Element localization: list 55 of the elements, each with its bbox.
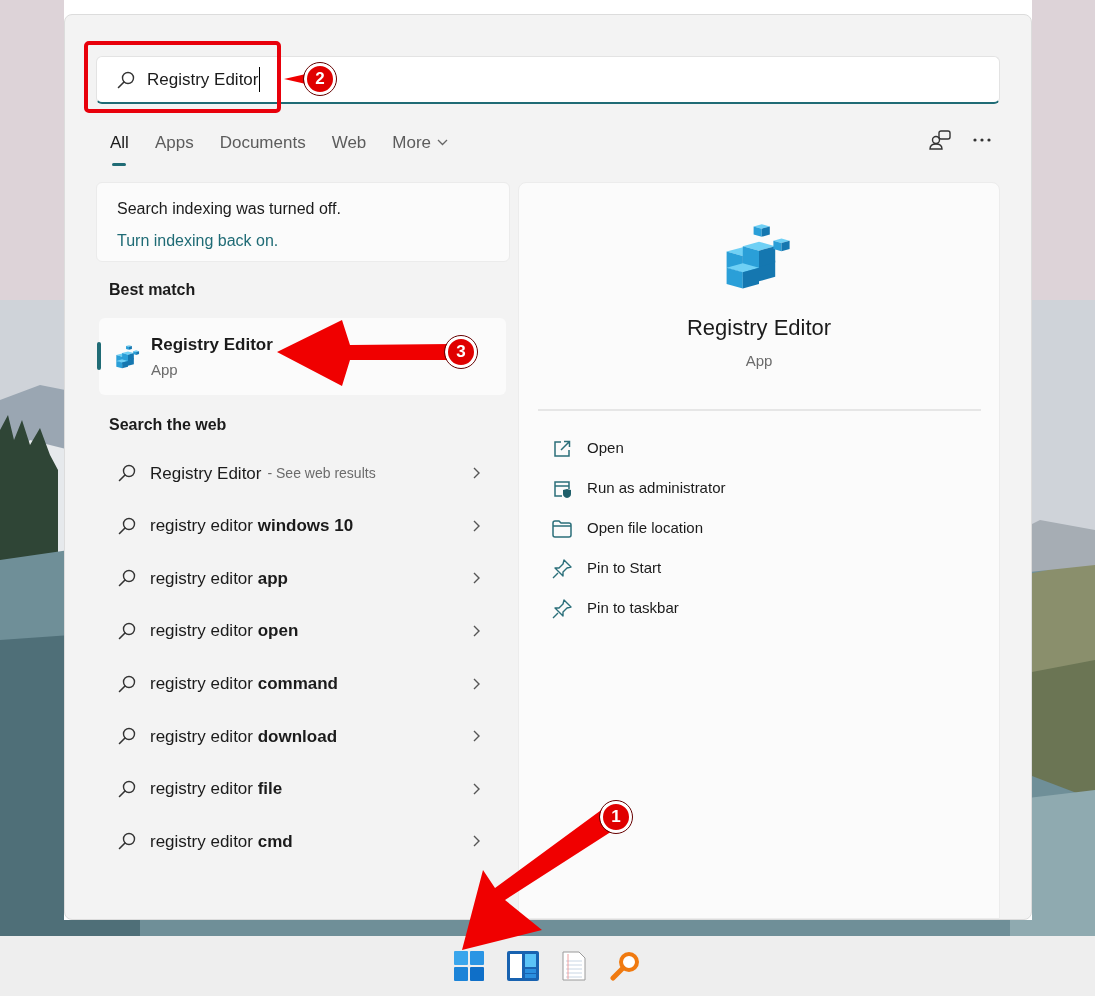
action-item[interactable]: Open file location <box>519 508 999 549</box>
section-heading: Search the web <box>109 415 228 435</box>
search-icon <box>118 727 136 746</box>
web-search-item[interactable]: registry editor app <box>96 552 511 605</box>
search-icon <box>118 622 136 641</box>
folder-icon <box>552 519 573 538</box>
windows-logo-icon[interactable] <box>453 951 484 981</box>
chevron-right-icon <box>473 519 481 532</box>
action-item[interactable]: Run as administrator <box>519 468 999 509</box>
web-search-item[interactable]: Registry Editor - See web results <box>96 447 511 500</box>
open-external-icon <box>552 438 573 459</box>
action-item[interactable]: Pin to taskbar <box>519 588 999 629</box>
action-item[interactable]: Open <box>519 428 999 469</box>
notice-text: Search indexing was turned off. <box>117 199 341 219</box>
search-icon <box>118 516 136 535</box>
pin-icon <box>552 598 573 619</box>
web-search-item[interactable]: registry editor open <box>96 604 511 658</box>
tab[interactable]: Web <box>331 130 367 166</box>
search-icon <box>118 832 136 851</box>
section-heading: Best match <box>109 280 197 300</box>
web-search-item[interactable]: registry editor windows 10 <box>96 499 511 553</box>
search-icon <box>118 569 136 588</box>
turn-indexing-link[interactable]: Turn indexing back on. <box>117 229 279 253</box>
app-type: App <box>745 351 773 371</box>
app-name: Registry Editor <box>686 314 832 342</box>
action-item[interactable]: Pin to Start <box>519 548 999 589</box>
app-name: Registry Editor <box>151 333 273 356</box>
people-icon[interactable] <box>929 130 951 150</box>
chevron-right-icon <box>473 677 481 690</box>
tab[interactable]: Apps <box>154 130 194 166</box>
search-icon <box>118 464 136 483</box>
web-search-item[interactable]: registry editor command <box>96 657 511 710</box>
chevron-right-icon <box>473 467 481 480</box>
more-icon[interactable] <box>973 138 991 142</box>
app-type: App <box>151 360 179 380</box>
search-text: Registry Editor <box>147 66 261 93</box>
chevron-right-icon <box>473 730 481 743</box>
tab[interactable]: More <box>392 130 449 166</box>
widgets-icon[interactable] <box>506 951 539 981</box>
chevron-right-icon <box>473 625 481 638</box>
web-search-item[interactable]: registry editor file <box>96 762 511 816</box>
tab[interactable]: All <box>110 130 129 166</box>
tab[interactable]: Documents <box>219 130 306 166</box>
shield-window-icon <box>552 478 573 499</box>
web-search-item[interactable]: registry editor cmd <box>96 815 511 868</box>
search-icon <box>118 674 136 693</box>
magnifier-icon[interactable] <box>608 951 641 981</box>
pin-icon <box>552 558 573 579</box>
cubes-icon <box>115 343 141 370</box>
web-search-item[interactable]: registry editor download <box>96 709 511 763</box>
search-icon <box>117 70 135 89</box>
search-icon <box>118 779 136 798</box>
chevron-right-icon <box>473 572 481 585</box>
chevron-right-icon <box>473 835 481 848</box>
chevron-right-icon <box>473 782 481 795</box>
